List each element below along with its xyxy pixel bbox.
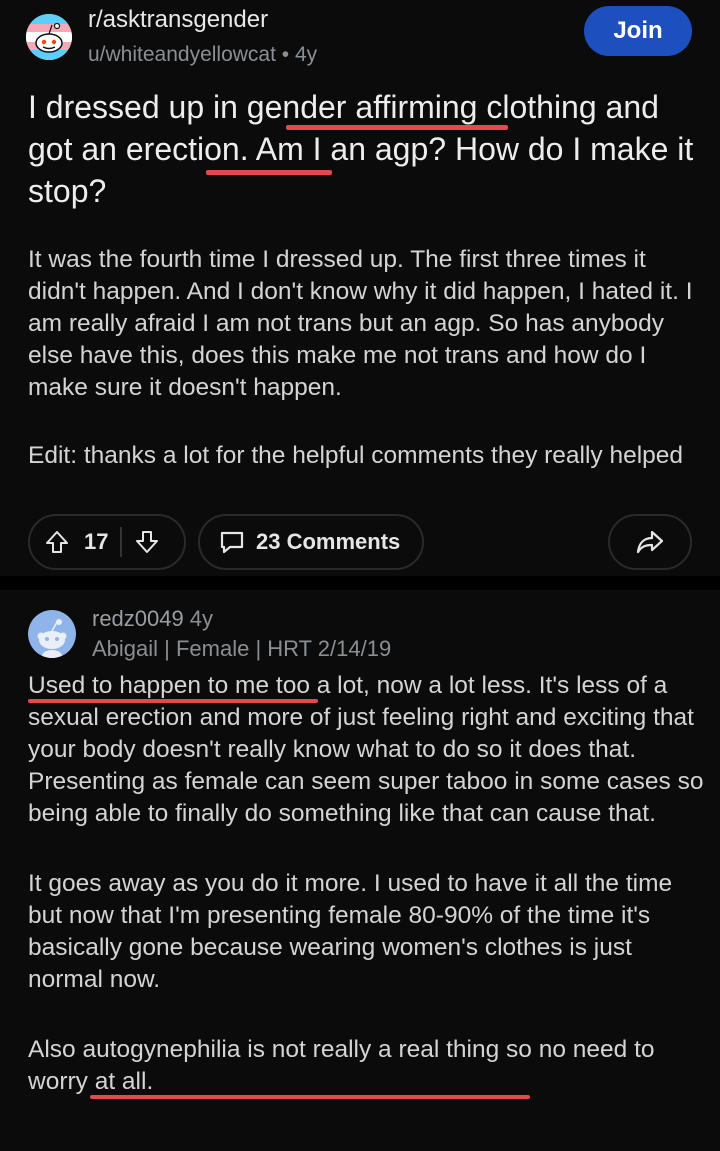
post-edit-paragraph: Edit: thanks a lot for the helpful comme…	[28, 442, 684, 469]
snoo-icon	[26, 14, 72, 60]
post-author[interactable]: u/whiteandyellowcat	[88, 43, 276, 66]
annotation-underline	[206, 170, 332, 175]
comments-count: 23 Comments	[256, 529, 401, 554]
post-body-paragraph: It was the fourth time I dressed up. The…	[28, 246, 693, 401]
post-age: 4y	[294, 43, 318, 66]
meta-dot: •	[281, 43, 295, 66]
annotation-underline	[286, 125, 508, 130]
post-title[interactable]: I dressed up in gender affirming clothin…	[28, 86, 698, 212]
vote-count: 17	[84, 529, 109, 554]
comment-body: Used to happen to me too a lot, now a lo…	[28, 670, 708, 1136]
vote-divider	[120, 527, 123, 557]
vote-bar: 17	[28, 514, 186, 570]
snoo-avatar-icon	[37, 619, 67, 658]
section-separator	[0, 576, 720, 590]
post-card: r/asktransgender u/whiteandyellowcat • 4…	[0, 0, 720, 576]
share-button[interactable]	[608, 514, 692, 570]
comment-username[interactable]: redz0049	[92, 606, 184, 631]
share-icon	[635, 528, 665, 556]
comment-paragraph: Also autogynephilia is not really a real…	[28, 1036, 655, 1095]
comment-meta: redz0049 4y	[92, 606, 213, 632]
user-flair: Abigail | Female | HRT 2/14/19	[92, 636, 392, 661]
comments-button[interactable]: 23 Comments	[198, 514, 424, 570]
comment-paragraph: It goes away as you do it more. I used t…	[28, 870, 673, 993]
annotation-underline	[28, 699, 318, 703]
annotation-underline	[90, 1095, 530, 1099]
comment-bubble-icon	[218, 528, 246, 556]
comment-age: 4y	[189, 606, 213, 631]
post-body: It was the fourth time I dressed up. The…	[28, 244, 708, 508]
subreddit-name[interactable]: r/asktransgender	[88, 6, 268, 34]
subreddit-avatar[interactable]	[26, 14, 72, 60]
arrow-down-icon[interactable]	[134, 529, 160, 555]
join-button[interactable]: Join	[584, 6, 692, 56]
comment-card: redz0049 4y Abigail | Female | HRT 2/14/1…	[0, 590, 720, 1151]
arrow-up-icon[interactable]	[44, 529, 70, 555]
post-meta: u/whiteandyellowcat • 4y	[88, 43, 317, 67]
user-avatar[interactable]	[28, 610, 76, 658]
comment-paragraph: Used to happen to me too a lot, now a lo…	[28, 672, 704, 827]
